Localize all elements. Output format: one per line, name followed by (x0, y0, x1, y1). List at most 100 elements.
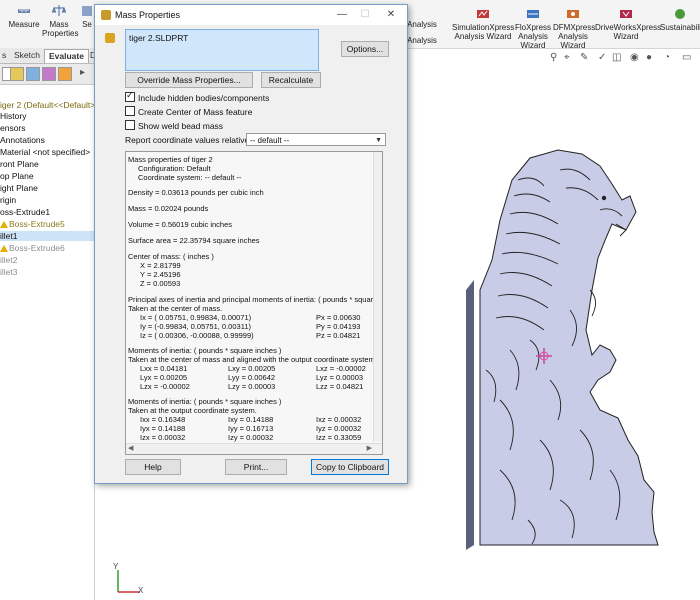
chevron-down-icon: ▼ (375, 137, 382, 144)
tree-item-front-plane[interactable]: ront Plane (0, 159, 39, 169)
result-title: Mass properties of tiger 2 (128, 155, 213, 164)
tree-item-boss-extrude5-label: Boss-Extrude5 (9, 219, 65, 229)
view-zoom-icon[interactable]: ⚲ (550, 52, 557, 63)
measure-label: Measure (8, 20, 40, 29)
tiger-silhouette (479, 149, 659, 546)
simulationxpress-button[interactable]: SimulationXpress Analysis Wizard (452, 7, 514, 41)
result-lzy: Lzy = 0.00003 (228, 382, 276, 391)
command-tab-strip: s Sketch Evaluate D (0, 48, 106, 64)
dfmxpress-button[interactable]: DFMXpress Analysis Wizard (553, 7, 595, 50)
result-surface-area: Surface area = 22.35794 square inches (128, 236, 260, 245)
maximize-icon[interactable]: ☐ (353, 8, 377, 22)
tab-sketch[interactable]: Sketch (10, 49, 44, 62)
show-weld-checkbox[interactable]: Show weld bead mass (125, 120, 223, 131)
simulationxpress-icon (477, 10, 489, 18)
tab-features[interactable]: s (0, 49, 10, 62)
tree-item-fillet1[interactable]: illet1 (0, 231, 94, 241)
include-hidden-checkbox[interactable]: Include hidden bodies/components (125, 90, 269, 103)
sustainability-button[interactable]: Sustainabili (660, 7, 700, 32)
tree-item-boss-extrude5[interactable]: Boss-Extrude5 (0, 219, 65, 229)
print-button[interactable]: Print... (225, 459, 287, 475)
dialog-title: Mass Properties (115, 10, 181, 20)
tree-item-history[interactable]: History (0, 111, 26, 121)
result-iyx: Iyx = 0.14188 (140, 424, 186, 433)
scroll-right-icon[interactable]: ▶ (367, 444, 372, 452)
result-py: Py = 0.04193 (316, 322, 361, 331)
results-horizontal-scrollbar[interactable]: ◀ ▶ (126, 443, 382, 454)
feature-manager-icon[interactable] (10, 67, 24, 81)
coordinate-system-select[interactable]: -- default -- ▼ (246, 133, 386, 146)
simulationxpress-label-1: SimulationXpress (452, 23, 515, 32)
result-izy: Izy = 0.00032 (228, 433, 274, 442)
create-com-label: Create Center of Mass feature (138, 107, 253, 117)
result-com-x: X = 2.81799 (140, 261, 181, 270)
feature-manager-panel: ▸ iger 2 (Default<<Default>_D History en… (0, 64, 106, 600)
floxpress-label-3: Wizard (520, 41, 546, 50)
section-properties-button[interactable]: Se (80, 4, 94, 29)
recalculate-button[interactable]: Recalculate (261, 72, 321, 88)
result-lxx: Lxx = 0.04181 (140, 364, 188, 373)
tree-item-sensors[interactable]: ensors (0, 123, 26, 133)
display-style-icon[interactable]: ◫ (612, 52, 621, 63)
override-mass-properties-button[interactable]: Override Mass Properties... (125, 72, 253, 88)
close-icon[interactable]: ✕ (379, 8, 403, 22)
scene-icon[interactable]: ◔ (664, 52, 670, 63)
analysis-label-bottom: Analysis (407, 36, 437, 45)
view-expand-icon[interactable]: ▭ (682, 52, 691, 63)
section-icon (82, 6, 92, 16)
minimize-icon[interactable]: — (330, 8, 354, 22)
dimxpert-icon[interactable] (42, 67, 56, 81)
result-pz: Pz = 0.04821 (316, 331, 361, 340)
result-izx: Izx = 0.00032 (140, 433, 186, 442)
tree-root-part[interactable]: iger 2 (Default<<Default>_D (0, 100, 106, 110)
tree-item-origin[interactable]: rigin (0, 195, 16, 205)
y-axis-label: Y (113, 562, 119, 571)
property-manager-icon[interactable] (26, 67, 40, 81)
checkbox-checked-icon (125, 90, 135, 102)
help-button[interactable]: Help (125, 459, 181, 475)
result-px: Px = 0.00630 (316, 313, 361, 322)
mass-properties-label-2: Properties (42, 29, 79, 38)
tree-item-material[interactable]: Material <not specified> (0, 147, 90, 157)
tree-item-right-plane[interactable]: ight Plane (0, 183, 38, 193)
result-lxy: Lxy = 0.00205 (228, 364, 276, 373)
panel-tab-icons: ▸ (0, 64, 94, 85)
view-orientation-icon[interactable]: ⌖ (564, 52, 570, 63)
selected-part-item[interactable]: tiger 2.SLDPRT (129, 33, 188, 43)
view-settings-icon[interactable]: ✓ (598, 52, 606, 63)
results-vertical-scrollbar[interactable] (373, 152, 382, 442)
floxpress-button[interactable]: FloXpress Analysis Wizard (515, 7, 551, 50)
driveworksxpress-button[interactable]: DriveWorksXpress Wizard (595, 7, 661, 41)
mass-properties-results[interactable]: Mass properties of tiger 2 Configuration… (125, 151, 383, 455)
selected-items-list[interactable]: tiger 2.SLDPRT (125, 29, 319, 71)
report-coordinates-label: Report coordinate values relative to: (125, 135, 262, 145)
driveworks-label-2: Wizard (613, 32, 639, 41)
warning-icon (0, 221, 8, 228)
appearance-icon[interactable]: ● (646, 52, 652, 63)
analysis-label-top: Analysis (407, 20, 437, 29)
options-button[interactable]: Options... (341, 41, 389, 57)
scroll-left-icon[interactable]: ◀ (128, 444, 133, 452)
tree-item-top-plane[interactable]: op Plane (0, 171, 34, 181)
tree-item-boss-extrude1[interactable]: oss-Extrude1 (0, 207, 50, 217)
tree-item-boss-extrude6[interactable]: Boss-Extrude6 (0, 243, 65, 253)
mass-properties-dialog: Mass Properties — ☐ ✕ tiger 2.SLDPRT Opt… (94, 4, 408, 484)
result-iy: Iy = (-0.99834, 0.05751, 0.00311) (140, 322, 251, 331)
tab-evaluate[interactable]: Evaluate (44, 49, 89, 63)
chevron-right-icon[interactable]: ▸ (80, 67, 92, 79)
create-com-checkbox[interactable]: Create Center of Mass feature (125, 106, 252, 117)
selection-pin-icon (105, 33, 115, 43)
tiger-model-graphic[interactable] (440, 140, 700, 560)
section-view-icon[interactable]: ✎ (580, 52, 588, 63)
measure-button[interactable]: Measure (6, 4, 42, 29)
dialog-titlebar[interactable]: Mass Properties — ☐ ✕ (95, 5, 407, 25)
mass-properties-button[interactable]: Mass Properties (42, 4, 79, 38)
tree-item-fillet3[interactable]: illet3 (0, 267, 17, 277)
display-manager-icon[interactable] (58, 67, 72, 81)
hide-show-icon[interactable]: ◉ (630, 52, 639, 63)
result-iz: Iz = ( 0.00306, -0.00088, 0.99999) (140, 331, 254, 340)
copy-to-clipboard-button[interactable]: Copy to Clipboard (311, 459, 389, 475)
tree-item-fillet2[interactable]: illet2 (0, 255, 17, 265)
result-principal-axes-sub: Taken at the center of mass. (128, 304, 223, 313)
tree-item-annotations[interactable]: Annotations (0, 135, 45, 145)
